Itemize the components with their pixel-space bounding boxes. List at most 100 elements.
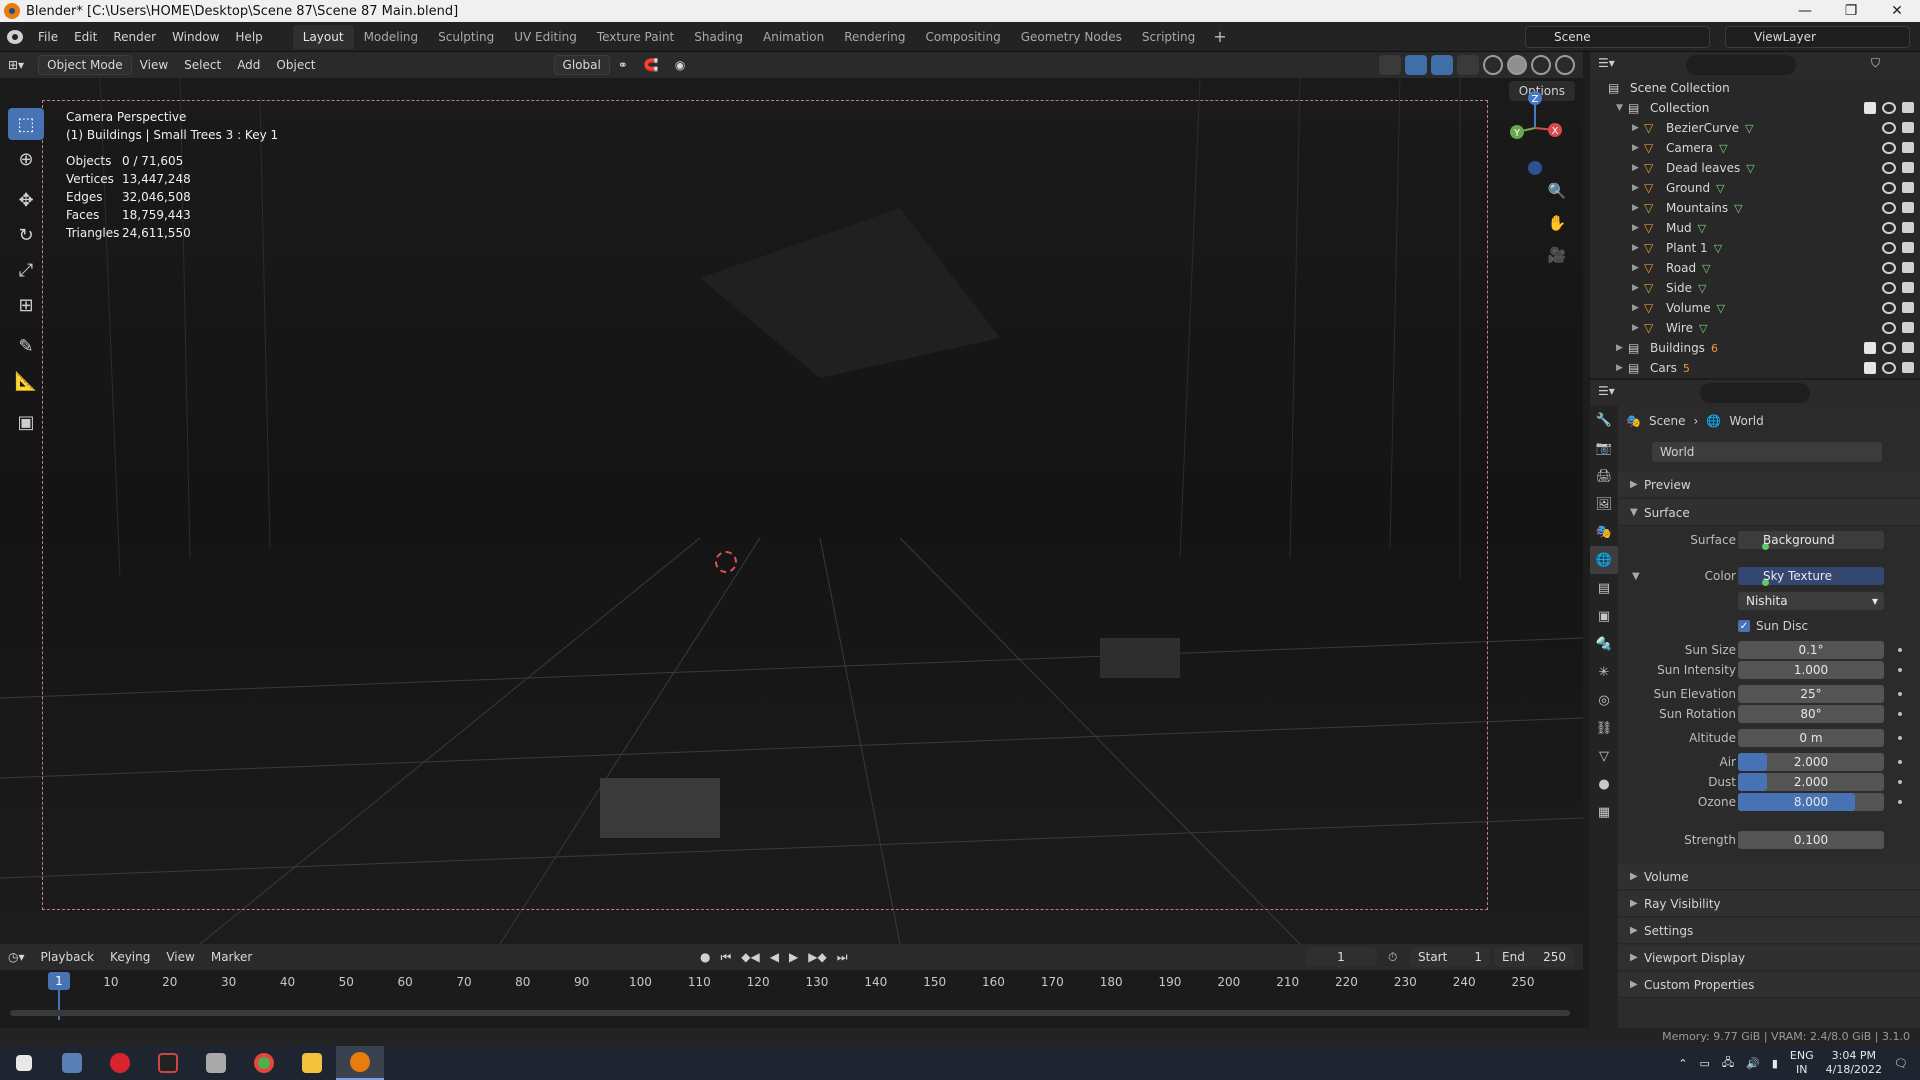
- render-camera-icon[interactable]: [1902, 182, 1914, 193]
- timeline-scrollbar[interactable]: [10, 1010, 1570, 1016]
- keyframe-dot-icon[interactable]: [1898, 736, 1902, 740]
- measure-tool-icon[interactable]: 📐: [8, 365, 44, 397]
- menu-marker[interactable]: Marker: [203, 947, 260, 967]
- expand-arrow-icon[interactable]: ▶: [1632, 203, 1644, 213]
- property-field[interactable]: 2.000: [1738, 753, 1884, 771]
- tool-tab-icon[interactable]: 🔧: [1590, 406, 1618, 434]
- expand-arrow-icon[interactable]: ▶: [1632, 163, 1644, 173]
- expand-arrow-icon[interactable]: ▶: [1632, 143, 1644, 153]
- annotate-tool-icon[interactable]: ✎: [8, 330, 44, 362]
- object-data-icon[interactable]: ▽: [1717, 302, 1725, 315]
- menu-file[interactable]: File: [30, 30, 66, 44]
- stopwatch-icon[interactable]: ⏱: [1388, 950, 1397, 965]
- tab-sculpting[interactable]: Sculpting: [428, 25, 504, 49]
- keyframe-dot-icon[interactable]: [1898, 800, 1902, 804]
- overlay-toggle-icon[interactable]: [1431, 55, 1453, 75]
- panel-surface[interactable]: ▼ Surface: [1618, 500, 1920, 526]
- texture-tab-icon[interactable]: ▦: [1590, 798, 1618, 826]
- tab-texture-paint[interactable]: Texture Paint: [587, 25, 684, 49]
- surface-node-field[interactable]: Background: [1738, 531, 1884, 550]
- visibility-eye-icon[interactable]: [1882, 342, 1896, 354]
- render-tab-icon[interactable]: 📷: [1590, 434, 1618, 462]
- property-field[interactable]: 0.1°: [1738, 641, 1884, 659]
- record-icon[interactable]: ●: [700, 950, 710, 964]
- tab-compositing[interactable]: Compositing: [915, 25, 1010, 49]
- exclude-checkbox[interactable]: [1864, 342, 1876, 354]
- minimize-button[interactable]: —: [1782, 0, 1828, 22]
- breadcrumb-world[interactable]: World: [1729, 414, 1763, 428]
- scene-collection-row[interactable]: ▤ Scene Collection: [1590, 78, 1920, 98]
- render-camera-icon[interactable]: [1902, 322, 1914, 333]
- render-camera-icon[interactable]: [1902, 302, 1914, 313]
- move-tool-icon[interactable]: ✥: [8, 184, 44, 216]
- clock[interactable]: 3:04 PM 4/18/2022: [1826, 1049, 1882, 1077]
- tab-rendering[interactable]: Rendering: [834, 25, 915, 49]
- object-data-icon[interactable]: ▽: [1745, 122, 1753, 135]
- render-camera-icon[interactable]: [1902, 142, 1914, 153]
- mode-dropdown[interactable]: Object Mode: [38, 55, 132, 75]
- keyframe-dot-icon[interactable]: [1898, 780, 1902, 784]
- tab-layout[interactable]: Layout: [292, 24, 354, 49]
- exclude-checkbox[interactable]: [1864, 102, 1876, 114]
- chevron-up-icon[interactable]: ⌃: [1678, 1057, 1687, 1070]
- expand-arrow-icon[interactable]: ▶: [1632, 263, 1644, 273]
- visibility-eye-icon[interactable]: [1882, 202, 1896, 214]
- panel-viewport-display[interactable]: ▶ Viewport Display: [1618, 945, 1920, 971]
- rendered-shading-icon[interactable]: [1555, 55, 1575, 75]
- sun-disc-checkbox[interactable]: ✓: [1738, 620, 1750, 632]
- visibility-eye-icon[interactable]: [1882, 302, 1896, 314]
- xray-toggle-icon[interactable]: [1457, 55, 1479, 75]
- render-camera-icon[interactable]: [1902, 222, 1914, 233]
- object-data-icon[interactable]: ▽: [1698, 282, 1706, 295]
- outliner-object-row[interactable]: ▶ ▽ Camera ▽: [1590, 138, 1920, 158]
- object-data-icon[interactable]: ▽: [1702, 262, 1710, 275]
- keyframe-dot-icon[interactable]: [1898, 692, 1902, 696]
- render-camera-icon[interactable]: [1902, 162, 1914, 173]
- outliner-object-row[interactable]: ▶ ▽ Road ▽: [1590, 258, 1920, 278]
- visibility-eye-icon[interactable]: [1882, 222, 1896, 234]
- outliner-object-row[interactable]: ▶ ▽ Dead leaves ▽: [1590, 158, 1920, 178]
- material-tab-icon[interactable]: ●: [1590, 770, 1618, 798]
- panel-preview[interactable]: ▶ Preview: [1618, 472, 1920, 498]
- scale-tool-icon[interactable]: ⤢: [8, 254, 44, 286]
- rotate-tool-icon[interactable]: ↻: [8, 219, 44, 251]
- visibility-eye-icon[interactable]: [1882, 182, 1896, 194]
- property-field[interactable]: 0 m: [1738, 729, 1884, 747]
- outliner-editor-type-icon[interactable]: ☰▾: [1598, 56, 1615, 70]
- current-frame-field[interactable]: 1: [1305, 947, 1377, 967]
- wireframe-shading-icon[interactable]: [1483, 55, 1503, 75]
- property-field[interactable]: 8.000: [1738, 793, 1884, 811]
- menu-add[interactable]: Add: [229, 55, 268, 75]
- expand-arrow-icon[interactable]: ▶: [1632, 323, 1644, 333]
- menu-keying[interactable]: Keying: [102, 947, 158, 967]
- notification-icon[interactable]: 🗨: [1894, 1057, 1908, 1070]
- render-camera-icon[interactable]: [1902, 122, 1914, 133]
- play-reverse-icon[interactable]: ◀: [770, 950, 779, 964]
- panel-custom-properties[interactable]: ▶ Custom Properties: [1618, 972, 1920, 998]
- battery-icon[interactable]: ▮: [1772, 1057, 1778, 1070]
- expand-arrow-icon[interactable]: ▶: [1632, 123, 1644, 133]
- zoom-icon[interactable]: 🔍: [1543, 178, 1571, 204]
- panel-volume[interactable]: ▶ Volume: [1618, 864, 1920, 890]
- jump-start-icon[interactable]: ⏮: [720, 950, 731, 965]
- menu-timeline-view[interactable]: View: [158, 947, 202, 967]
- start-frame-field[interactable]: Start 1: [1410, 947, 1490, 967]
- render-camera-icon[interactable]: [1902, 362, 1914, 373]
- network-icon[interactable]: 🖧: [1722, 1054, 1734, 1073]
- 3d-cursor-icon[interactable]: [715, 551, 737, 573]
- property-field[interactable]: 25°: [1738, 685, 1884, 703]
- property-field[interactable]: 80°: [1738, 705, 1884, 723]
- expand-arrow-icon[interactable]: ▶: [1632, 243, 1644, 253]
- windows-start-icon[interactable]: [0, 1046, 48, 1080]
- object-data-icon[interactable]: ▽: [1698, 222, 1706, 235]
- tab-shading[interactable]: Shading: [684, 25, 753, 49]
- color-node-field[interactable]: Sky Texture: [1738, 567, 1884, 586]
- outliner-object-row[interactable]: ▶ ▽ Ground ▽: [1590, 178, 1920, 198]
- speedometer-app-icon[interactable]: [144, 1046, 192, 1080]
- current-frame-marker[interactable]: 1: [48, 972, 70, 990]
- tab-modeling[interactable]: Modeling: [354, 25, 429, 49]
- expand-arrow-icon[interactable]: ▶: [1632, 303, 1644, 313]
- cursor-tool-icon[interactable]: ⊕: [8, 143, 44, 175]
- timeline-editor-type-icon[interactable]: ◷▾: [0, 947, 33, 967]
- view-layer-tab-icon[interactable]: 🖼: [1590, 490, 1618, 518]
